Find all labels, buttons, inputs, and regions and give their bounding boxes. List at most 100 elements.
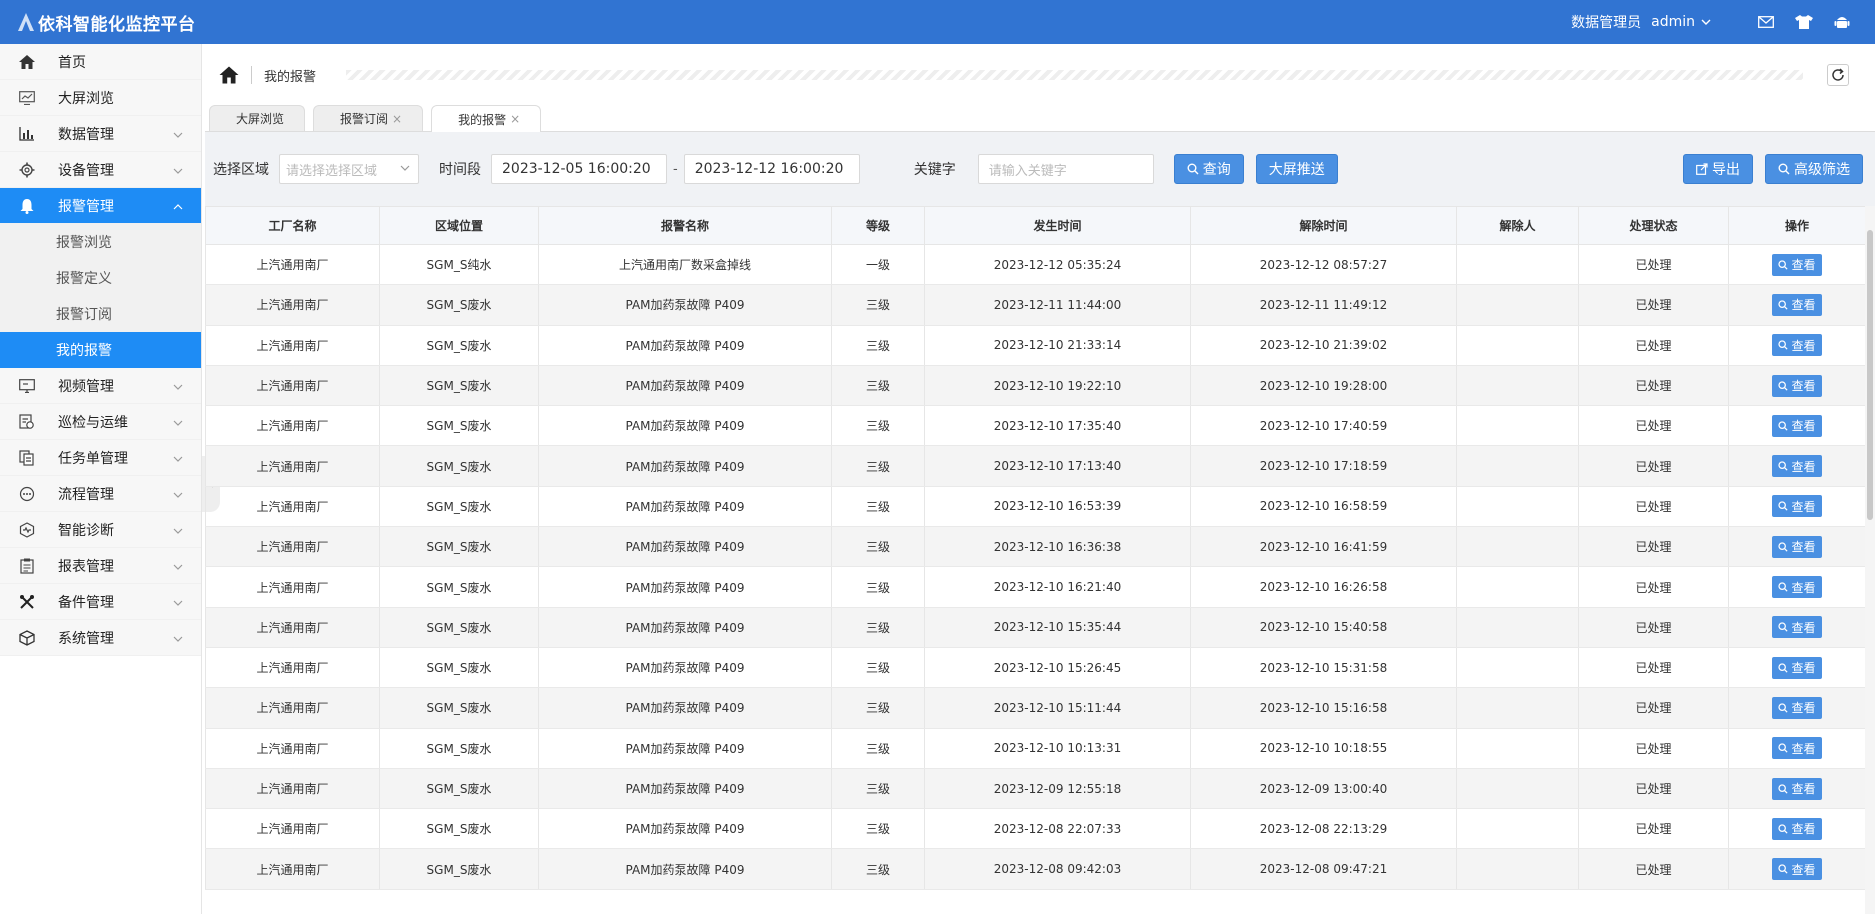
view-button[interactable]: 查看 — [1772, 696, 1822, 719]
table-cell: 2023-12-10 16:26:58 — [1190, 566, 1457, 608]
view-button[interactable]: 查看 — [1772, 293, 1822, 316]
table-scrollbar-thumb[interactable] — [1867, 230, 1873, 520]
sidebar-item-task[interactable]: 任务单管理 — [0, 440, 201, 476]
sidebar-subitem-alarm-define[interactable]: 报警定义 — [0, 260, 201, 296]
column-header: 区域位置 — [379, 206, 539, 245]
end-time-input[interactable]: 2023-12-12 16:00:20 — [683, 154, 860, 184]
close-icon[interactable]: × — [392, 112, 402, 126]
sidebar-item-diagnosis[interactable]: 智能诊断 — [0, 512, 201, 548]
table-cell: 上汽通用南厂 — [205, 405, 380, 447]
table-cell: 上汽通用南厂 — [205, 808, 380, 850]
chevron-down-icon — [1701, 17, 1711, 28]
sidebar: 首页 大屏浏览 数据管理 设备管理 报警管理 报警浏览 报警定义 报警订阅 我的… — [0, 44, 202, 914]
view-button[interactable]: 查看 — [1772, 777, 1822, 800]
table-cell — [1456, 768, 1579, 810]
view-button[interactable]: 查看 — [1772, 253, 1822, 276]
search-icon — [1778, 421, 1789, 431]
table-cell: PAM加药泵故障 P409 — [538, 687, 832, 729]
view-button[interactable]: 查看 — [1772, 455, 1822, 478]
view-button[interactable]: 查看 — [1772, 656, 1822, 679]
sidebar-item-video[interactable]: 视频管理 — [0, 368, 201, 404]
table-cell: 三级 — [831, 405, 925, 447]
sidebar-item-label: 报警管理 — [58, 198, 114, 215]
tab-alarm-subscribe[interactable]: 报警订阅 × — [313, 105, 424, 131]
refresh-icon[interactable] — [1827, 64, 1849, 86]
sidebar-item-screen[interactable]: 大屏浏览 — [0, 80, 201, 116]
table-cell: 已处理 — [1578, 486, 1729, 528]
search-icon — [1778, 622, 1789, 632]
sidebar-item-report[interactable]: 报表管理 — [0, 548, 201, 584]
table-cell: 2023-12-10 16:58:59 — [1190, 486, 1457, 528]
sidebar-item-inspection[interactable]: 巡检与运维 — [0, 404, 201, 440]
alarm-table-container: 工厂名称 区域位置 报警名称 等级 发生时间 解除时间 解除人 处理状态 操作 … — [205, 206, 1865, 914]
table-scrollbar[interactable] — [1865, 206, 1875, 914]
area-select[interactable]: 请选择选择区域 — [279, 154, 419, 184]
table-cell: 三级 — [831, 687, 925, 729]
table-row: 上汽通用南厂 SGM_S废水 PAM加药泵故障 P409 三级 2023-12-10 1… — [205, 405, 1865, 447]
sidebar-item-label: 大屏浏览 — [58, 90, 114, 107]
view-button[interactable]: 查看 — [1772, 576, 1822, 599]
view-button[interactable]: 查看 — [1772, 374, 1822, 397]
view-button[interactable]: 查看 — [1772, 495, 1822, 518]
sidebar-item-alarm[interactable]: 报警管理 — [0, 188, 201, 224]
view-button[interactable]: 查看 — [1772, 616, 1822, 639]
android-icon[interactable] — [1833, 13, 1851, 31]
table-cell — [1456, 486, 1579, 528]
mail-icon[interactable] — [1757, 13, 1775, 31]
breadcrumb-current: 我的报警 — [264, 69, 317, 85]
sidebar-item-home[interactable]: 首页 — [0, 44, 201, 80]
tab-screen-browse[interactable]: 大屏浏览 — [209, 105, 306, 131]
table-cell: SGM_S废水 — [379, 566, 539, 608]
view-button[interactable]: 查看 — [1772, 334, 1822, 357]
view-button[interactable]: 查看 — [1772, 858, 1822, 881]
screen-push-button[interactable]: 大屏推送 — [1255, 154, 1338, 184]
export-button[interactable]: 导出 — [1683, 154, 1753, 184]
table-cell: SGM_S废水 — [379, 284, 539, 326]
sidebar-item-flow[interactable]: 流程管理 — [0, 476, 201, 512]
sidebar-item-device[interactable]: 设备管理 — [0, 152, 201, 188]
table-cell: 2023-12-10 10:18:55 — [1190, 728, 1457, 769]
table-cell: 三级 — [831, 365, 925, 407]
view-button[interactable]: 查看 — [1772, 817, 1822, 840]
table-cell: SGM_S废水 — [379, 445, 539, 487]
query-button[interactable]: 查询 — [1173, 154, 1244, 184]
table-cell: 2023-12-10 17:40:59 — [1190, 405, 1457, 447]
tab-my-alarm[interactable]: 我的报警 × — [431, 105, 542, 132]
start-time-input[interactable]: 2023-12-05 16:00:20 — [491, 154, 667, 184]
sidebar-item-data[interactable]: 数据管理 — [0, 116, 201, 152]
view-button[interactable]: 查看 — [1772, 535, 1822, 558]
table-row: 上汽通用南厂 SGM_S废水 PAM加药泵故障 P409 三级 2023-12-10 1… — [205, 647, 1865, 689]
sidebar-item-label: 系统管理 — [58, 630, 114, 647]
sidebar-subitem-my-alarm[interactable]: 我的报警 — [0, 332, 201, 368]
home-icon[interactable] — [217, 63, 241, 87]
search-icon — [1187, 163, 1199, 175]
sidebar-item-system[interactable]: 系统管理 — [0, 620, 201, 656]
inspection-icon — [18, 413, 36, 431]
table-cell: 2023-12-08 09:42:03 — [924, 848, 1191, 890]
shirt-icon[interactable] — [1795, 13, 1813, 31]
bar-chart-icon — [18, 125, 36, 143]
close-icon[interactable]: × — [510, 112, 520, 126]
table-cell: 已处理 — [1578, 405, 1729, 447]
chevron-down-icon — [173, 452, 183, 465]
view-button-label: 查看 — [1791, 580, 1816, 595]
chevron-down-icon — [173, 632, 183, 645]
user-menu[interactable]: admin — [1651, 14, 1711, 30]
table-row: 上汽通用南厂 SGM_S废水 PAM加药泵故障 P409 三级 2023-12-10 1… — [205, 526, 1865, 568]
table-cell-actions: 查看 — [1728, 365, 1865, 407]
table-row: 上汽通用南厂 SGM_S废水 PAM加药泵故障 P409 三级 2023-12-10 1… — [205, 445, 1865, 487]
table-cell: 三级 — [831, 566, 925, 608]
view-button[interactable]: 查看 — [1772, 737, 1822, 760]
table-cell: 2023-12-11 11:44:00 — [924, 284, 1191, 326]
table-cell — [1456, 244, 1579, 286]
sidebar-subitem-alarm-subscribe[interactable]: 报警订阅 — [0, 296, 201, 332]
sidebar-item-spare-parts[interactable]: 备件管理 — [0, 584, 201, 620]
monitor-icon — [18, 377, 36, 395]
advanced-filter-button[interactable]: 高级筛选 — [1765, 154, 1863, 184]
table-cell — [1456, 284, 1579, 326]
sidebar-subitem-alarm-browse[interactable]: 报警浏览 — [0, 224, 201, 260]
keyword-input[interactable]: 请输入关键字 — [977, 154, 1154, 184]
view-button[interactable]: 查看 — [1772, 414, 1822, 437]
tab-label: 报警订阅 — [340, 112, 389, 126]
main-content: 我的报警 大屏浏览 报警订阅 × 我的报警 × 选择区域 请选择选择区域 时间段… — [205, 44, 1875, 914]
